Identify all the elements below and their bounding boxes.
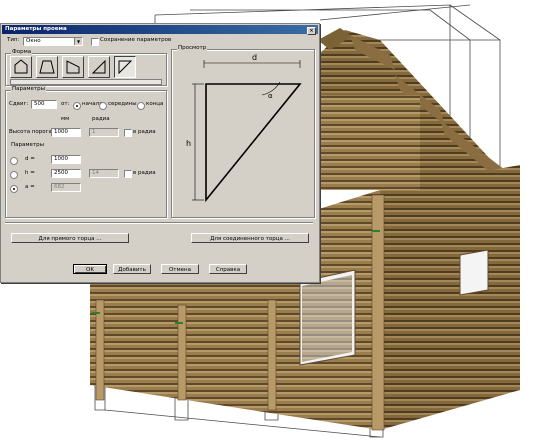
dialog-separator	[5, 222, 313, 224]
preview-group: Просмотр d h α	[171, 45, 315, 218]
from-middle-label: середины	[108, 101, 137, 107]
preview-a-label: α	[268, 92, 273, 100]
sill-input[interactable]: 1000	[51, 128, 81, 137]
opening-parameters-dialog: Параметры проема × Тип: Окно ▼ Сохранени…	[0, 23, 320, 283]
preview-dimension-lines	[192, 60, 301, 201]
sill-in-rad-label: в радиа	[133, 129, 156, 135]
type-select[interactable]: Окно ▼	[23, 37, 83, 46]
preview-h-label: h	[186, 139, 191, 148]
shape-option-right-triangle[interactable]	[114, 56, 136, 78]
shift-label: Сдвиг:	[9, 101, 29, 107]
ok-button[interactable]: OK	[73, 264, 107, 274]
preview-drawing: d h α	[186, 53, 302, 203]
d-label: d =	[25, 156, 35, 162]
preview-d-label: d	[252, 53, 257, 62]
sill-label: Высота порога:	[9, 129, 54, 135]
unit-rad-label: радиа	[92, 116, 110, 122]
h-rad-input: 14	[89, 169, 119, 178]
chevron-down-icon[interactable]: ▼	[74, 38, 82, 45]
shape-group-label: Форма	[11, 49, 33, 56]
unit-mm-label: мм	[61, 116, 70, 122]
h-in-rad-label: в радиа	[133, 170, 156, 176]
a-input: 682	[51, 183, 81, 192]
preview-shape-outline	[205, 83, 302, 203]
from-start-radio[interactable]	[73, 102, 81, 110]
parameters-group-label: Параметры	[11, 86, 46, 93]
save-params-checkbox[interactable]	[91, 38, 99, 46]
d-radio[interactable]	[10, 157, 18, 165]
h-label: h =	[25, 170, 35, 176]
from-end-label: конца	[146, 101, 164, 107]
a-radio[interactable]	[10, 185, 18, 193]
shape-option-arch[interactable]	[10, 56, 32, 78]
sill-rad-input: 1	[89, 128, 119, 137]
params2-label: Параметры	[11, 142, 44, 148]
shape-scrollbar[interactable]	[10, 79, 162, 85]
dialog-title: Параметры проема	[5, 26, 67, 32]
sill-in-rad-checkbox[interactable]	[124, 129, 132, 137]
save-params-label: Сохранение параметров	[100, 37, 172, 43]
joined-end-button[interactable]: Для соединенного торца ...	[191, 233, 309, 243]
from-label: от:	[61, 101, 70, 107]
close-icon[interactable]: ×	[307, 27, 316, 35]
from-end-radio[interactable]	[137, 102, 145, 110]
h-input[interactable]: 2500	[51, 169, 81, 178]
shape-option-triangle[interactable]	[88, 56, 110, 78]
shape-option-slope-left[interactable]	[62, 56, 84, 78]
h-in-rad-checkbox[interactable]	[124, 170, 132, 178]
dialog-titlebar[interactable]: Параметры проема ×	[2, 25, 318, 35]
shape-option-trapezoid[interactable]	[36, 56, 58, 78]
shape-group: Форма	[5, 49, 167, 86]
add-button[interactable]: Добавить	[113, 264, 151, 274]
cancel-button[interactable]: Отмена	[161, 264, 199, 274]
a-label: a =	[25, 184, 35, 190]
help-button[interactable]: Справка	[209, 264, 247, 274]
upper-front-wall	[318, 95, 420, 190]
right-wall	[380, 165, 520, 430]
h-radio[interactable]	[10, 171, 18, 179]
straight-end-button[interactable]: Для прямого торца ...	[11, 233, 129, 243]
shift-input[interactable]: 500	[31, 100, 57, 109]
d-input[interactable]: 1000	[51, 155, 81, 164]
type-select-value: Окно	[26, 38, 41, 44]
type-label: Тип:	[7, 37, 20, 43]
from-middle-radio[interactable]	[99, 102, 107, 110]
